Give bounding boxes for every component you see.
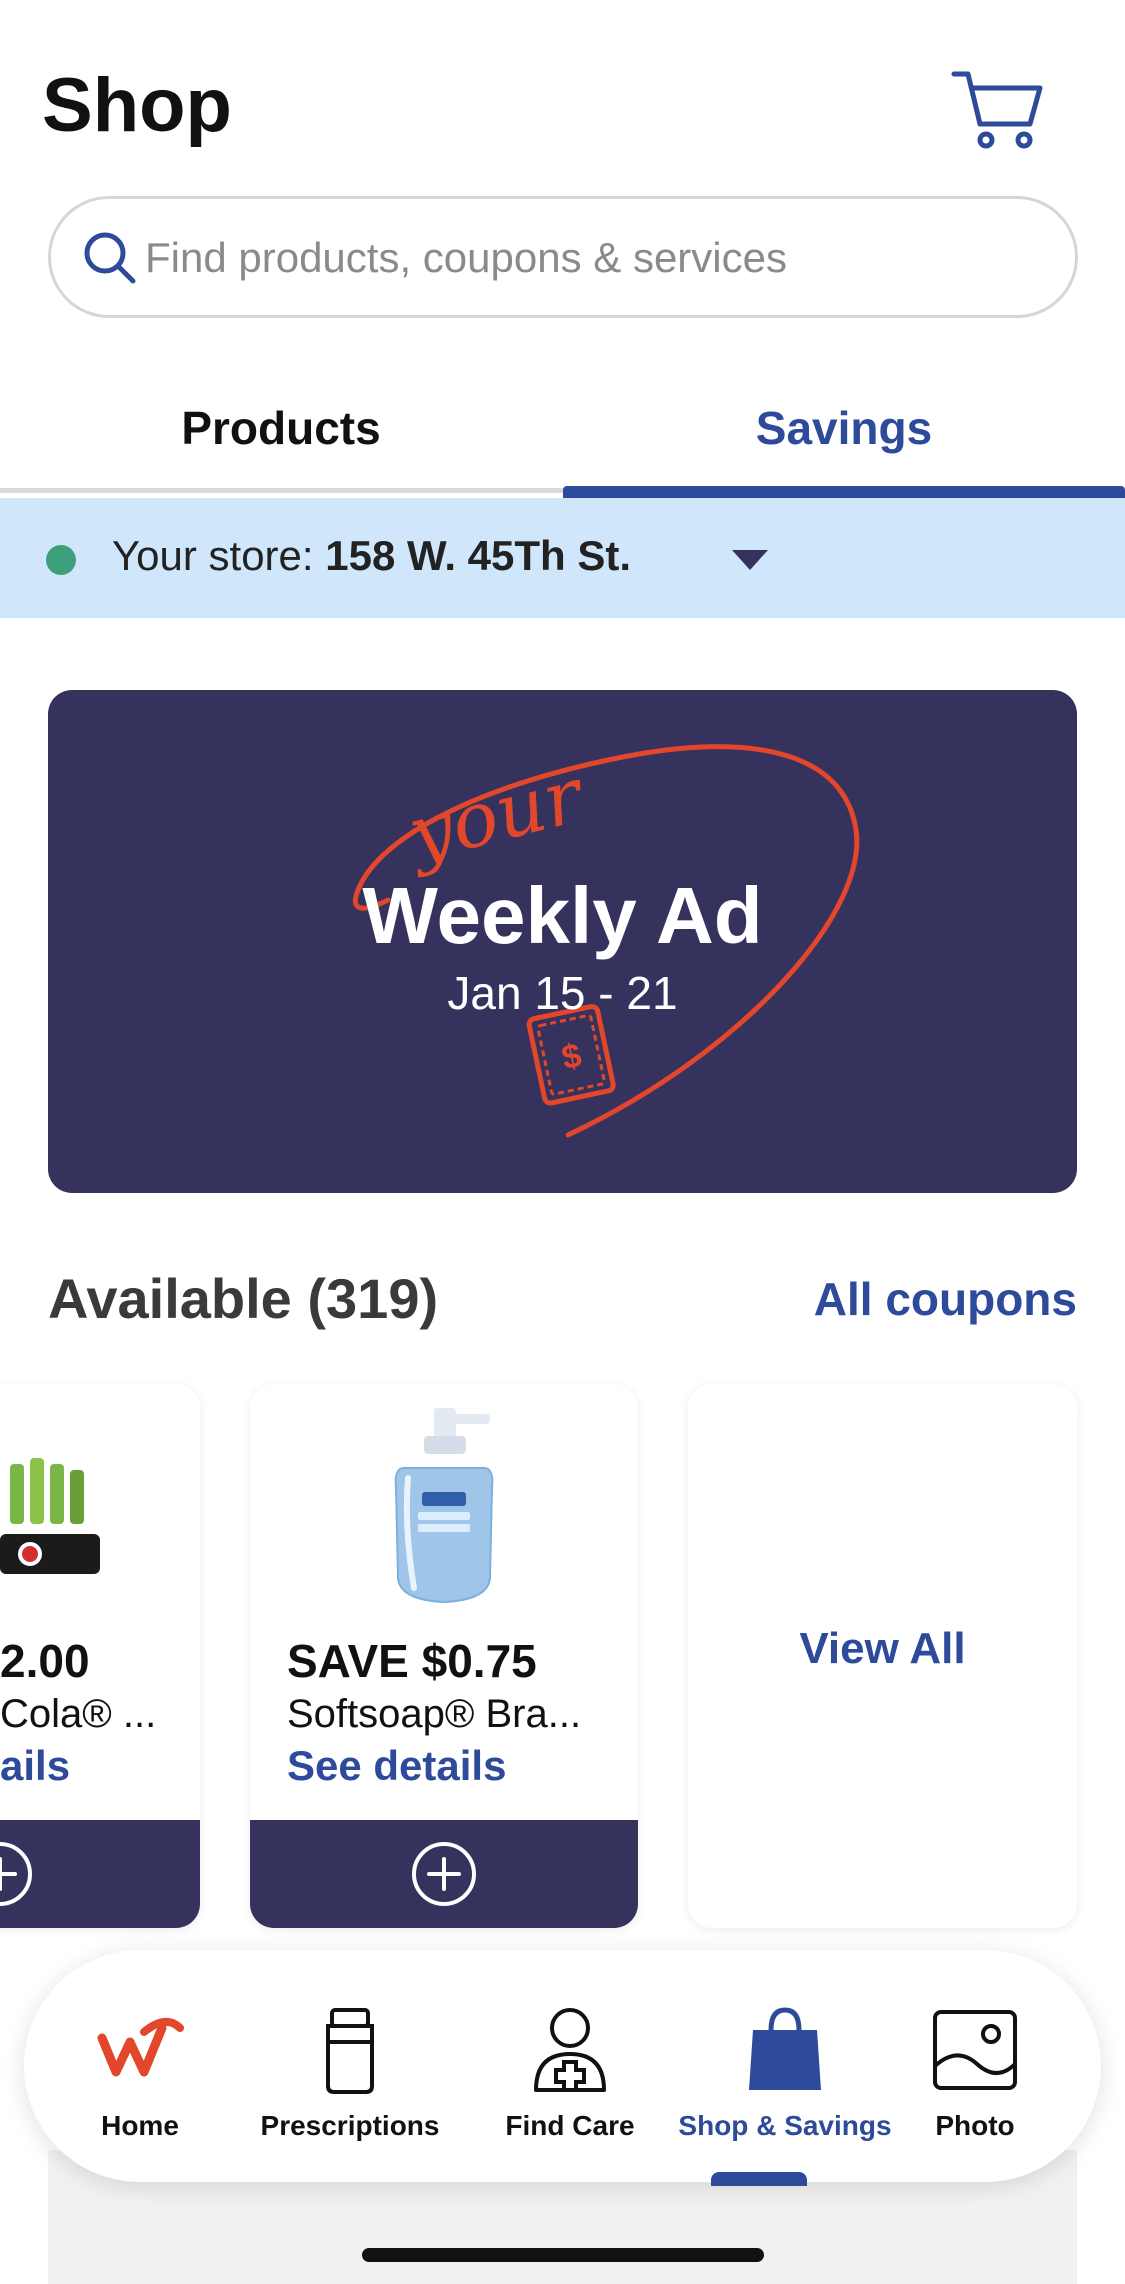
search-icon: [84, 232, 136, 284]
nav-prescriptions[interactable]: Prescriptions: [250, 1950, 450, 2182]
nav-label: Photo: [935, 2110, 1015, 2141]
coupon-product-name: Softsoap® Bra...: [287, 1692, 582, 1736]
see-details-link[interactable]: ails: [0, 1742, 70, 1790]
search-bar[interactable]: [48, 196, 1078, 318]
product-image: [394, 1408, 494, 1604]
nav-label: Prescriptions: [260, 2110, 440, 2141]
home-indicator[interactable]: [362, 2248, 764, 2262]
coupon-card[interactable]: 2.00 Cola® ... ails: [0, 1384, 200, 1928]
chevron-down-icon[interactable]: [730, 548, 770, 572]
nav-shop-savings[interactable]: Shop & Savings: [650, 1950, 920, 2182]
clip-coupon-button[interactable]: [250, 1820, 638, 1928]
clip-coupon-button[interactable]: [0, 1820, 200, 1928]
add-circle-icon: [0, 1842, 32, 1906]
coupon-save-amount: SAVE $0.75: [287, 1635, 537, 1687]
tab-savings[interactable]: Savings: [563, 360, 1125, 496]
tab-bar: Products Savings: [0, 360, 1125, 496]
nav-label: Find Care: [505, 2110, 635, 2141]
product-image: [0, 1458, 100, 1574]
store-prefix: Your store:: [112, 532, 326, 579]
header: Shop: [0, 0, 1125, 180]
svg-text:$: $: [558, 1036, 584, 1077]
store-label[interactable]: Your store: 158 W. 45Th St.: [112, 532, 631, 580]
all-coupons-link[interactable]: All coupons: [814, 1272, 1077, 1326]
weekly-ad-banner[interactable]: $ your Weekly Ad Jan 15 - 21: [48, 690, 1077, 1193]
nav-active-indicator: [711, 2172, 807, 2186]
nav-find-care[interactable]: Find Care: [480, 1950, 660, 2182]
care-person-icon: [534, 2008, 606, 2092]
available-coupons-title: Available (319): [48, 1267, 439, 1330]
view-all-link[interactable]: View All: [688, 1624, 1077, 1674]
nav-label: Home: [101, 2110, 179, 2141]
nav-label: Shop & Savings: [678, 2110, 892, 2141]
pill-bottle-icon: [326, 2008, 374, 2094]
coupon-save-amount: 2.00: [0, 1635, 90, 1687]
coupon-card[interactable]: SAVE $0.75 Softsoap® Bra... See details: [250, 1384, 638, 1928]
weekly-ad-title: Weekly Ad: [362, 871, 763, 960]
tab-active-indicator: [563, 486, 1125, 498]
tab-products[interactable]: Products: [0, 360, 562, 496]
walgreens-logo-icon: [97, 2018, 184, 2077]
store-name: 158 W. 45Th St.: [325, 532, 632, 579]
photo-icon: [933, 2010, 1017, 2090]
view-all-card[interactable]: View All: [688, 1384, 1077, 1928]
search-input[interactable]: [145, 221, 1045, 295]
nav-home[interactable]: Home: [80, 1950, 200, 2182]
add-circle-icon: [412, 1842, 476, 1906]
coupon-product-name: Cola® ...: [0, 1692, 157, 1736]
tab-divider: [0, 488, 563, 493]
bottom-nav: Home Prescriptions Find Care Shop & Savi…: [24, 1950, 1101, 2182]
see-details-link[interactable]: See details: [287, 1742, 506, 1790]
cart-icon: [951, 71, 1043, 149]
store-status-dot: [46, 545, 76, 575]
weekly-ad-dates: Jan 15 - 21: [447, 967, 678, 1019]
shopping-bag-icon: [749, 2007, 821, 2090]
nav-photo[interactable]: Photo: [910, 1950, 1040, 2182]
page-title: Shop: [42, 63, 232, 148]
cart-button[interactable]: [950, 62, 1046, 158]
